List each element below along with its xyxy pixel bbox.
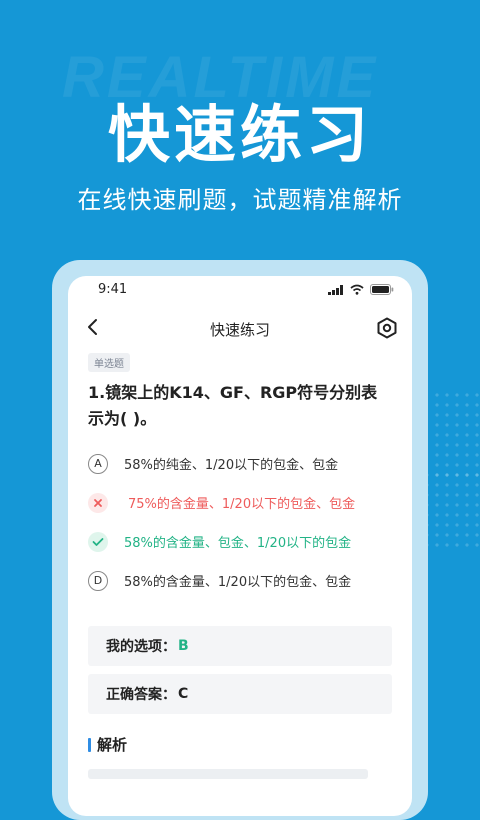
option-a-mark: A (88, 453, 108, 474)
phone-screen: 9:41 快速练习 单选题 1.镜架上的K14、GF、RGP符号分别表示为()… (68, 276, 412, 816)
correct-answer-label: 正确答案： (106, 687, 176, 703)
status-time: 9:41 (98, 282, 128, 297)
option-d-text: 58%的含金量、1/20以下的包金、包金 (124, 575, 352, 590)
hero-title: 快速练习 (107, 98, 372, 171)
option-a[interactable]: A 58%的纯金、1/20以下的包金、包金 (88, 444, 392, 483)
analysis-header: 解析 (88, 734, 392, 755)
options-list: A 58%的纯金、1/20以下的包金、包金 75%的含金量、1/20以下的包金、… (88, 444, 392, 600)
my-answer-label: 我的选项： (106, 639, 176, 655)
status-icons (328, 284, 394, 295)
option-c[interactable]: 58%的含金量、包金、1/20以下的包金 (88, 522, 392, 561)
question-content: 单选题 1.镜架上的K14、GF、RGP符号分别表示为( )。 A 58%的纯金… (68, 352, 412, 779)
wifi-icon (350, 284, 364, 295)
settings-icon[interactable] (376, 317, 398, 339)
hero-subtitle: 在线快速刷题，试题精准解析 (77, 186, 403, 214)
correct-check-icon (88, 531, 108, 552)
wrong-x-icon (88, 492, 108, 513)
signal-icon (328, 285, 343, 295)
analysis-accent-bar (88, 737, 91, 752)
option-d-mark: D (88, 570, 108, 591)
analysis-text-placeholder (88, 769, 368, 779)
analysis-title: 解析 (97, 736, 128, 754)
my-answer-value: B (178, 638, 189, 654)
nav-title: 快速练习 (209, 321, 270, 339)
option-d[interactable]: D 58%的含金量、1/20以下的包金、包金 (88, 561, 392, 600)
nav-bar: 快速练习 (68, 306, 412, 352)
decorative-dots-right (432, 390, 480, 480)
option-a-text: 58%的纯金、1/20以下的包金、包金 (124, 458, 339, 473)
battery-icon (370, 284, 394, 295)
option-b-text: 75%的含金量、1/20以下的包金、包金 (128, 497, 356, 512)
question-text: 1.镜架上的K14、GF、RGP符号分别表示为( )。 (88, 383, 378, 428)
my-answer-box: 我的选项： B (88, 626, 392, 666)
correct-answer-value: C (178, 686, 189, 702)
option-b[interactable]: 75%的含金量、1/20以下的包金、包金 (88, 483, 392, 522)
question-type-badge: 单选题 (88, 353, 130, 372)
correct-answer-box: 正确答案： C (88, 674, 392, 714)
option-c-text: 58%的含金量、包金、1/20以下的包金 (124, 536, 352, 551)
status-bar: 9:41 (68, 276, 412, 306)
